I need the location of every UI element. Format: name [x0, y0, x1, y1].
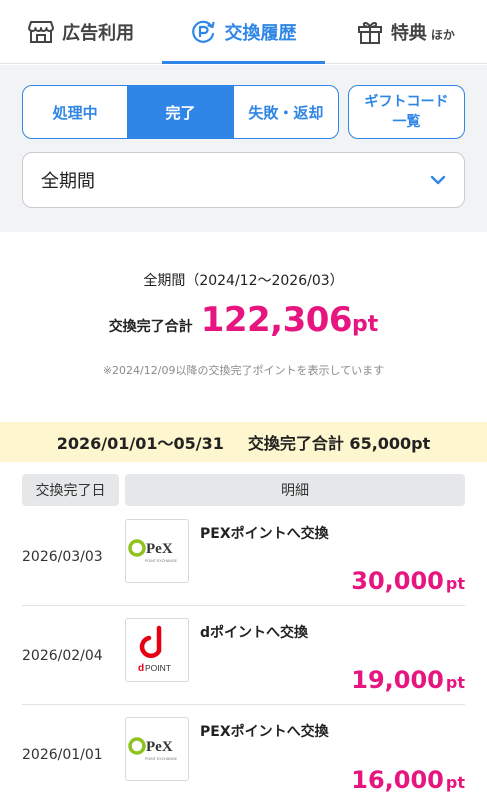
summary-period: 全期間（2024/12〜2026/03）	[143, 273, 344, 289]
row-amount-value: 19,000	[351, 666, 444, 694]
summary-total-value: 122,306	[200, 300, 353, 340]
status-segmented-control: 処理中 完了 失敗・返却	[22, 85, 339, 139]
tab-label: 交換履歴	[224, 22, 297, 44]
row-title: dポイントへ交換	[200, 625, 309, 641]
pex-logo: PeX POINT EXCHANGE	[125, 717, 189, 781]
point-exchange-icon	[190, 19, 216, 45]
gift-code-list-button[interactable]: ギフトコード 一覧	[348, 85, 465, 139]
filter-area: 処理中 完了 失敗・返却 ギフトコード 一覧 全期間	[0, 65, 487, 232]
row-amount-unit: pt	[445, 773, 465, 792]
chevron-down-icon	[430, 175, 446, 185]
row-date: 2026/02/04	[22, 647, 103, 664]
tab-label: 特典	[390, 22, 427, 44]
tab-exchange-history[interactable]: 交換履歴	[162, 0, 325, 64]
gift-code-label-line1: ギフトコード	[364, 94, 449, 110]
row-amount: 16,000 pt	[351, 766, 465, 794]
svg-text:PeX: PeX	[146, 541, 173, 557]
tab-benefits[interactable]: 特典 ほか	[325, 0, 487, 63]
summary-note: ※2024/12/09以降の交換完了ポイントを表示しています	[102, 364, 385, 377]
band-total: 交換完了合計 65,000pt	[247, 434, 431, 453]
svg-text:PeX: PeX	[146, 739, 173, 755]
period-total-band: 2026/01/01〜05/31 交換完了合計 65,000pt	[0, 422, 487, 462]
row-amount: 30,000 pt	[351, 567, 465, 595]
svg-text:d: d	[138, 663, 144, 674]
row-amount-unit: pt	[445, 574, 465, 593]
row-title: PEXポイントへ交換	[200, 724, 329, 740]
status-failed-returned-button[interactable]: 失敗・返却	[234, 86, 338, 138]
period-select-value: 全期間	[41, 171, 95, 192]
tab-label: 広告利用	[62, 22, 135, 44]
table-row: 2026/03/03 PeX POINT EXCHANGE PEXポイントへ交換…	[22, 507, 465, 606]
table-header: 交換完了日 明細	[22, 474, 465, 506]
table-row: 2026/01/01 PeX POINT EXCHANGE PEXポイントへ交換…	[22, 705, 465, 800]
column-header-detail: 明細	[125, 474, 465, 506]
row-amount-value: 30,000	[351, 567, 444, 595]
tab-label-suffix: ほか	[430, 28, 455, 42]
svg-text:POINT EXCHANGE: POINT EXCHANGE	[145, 559, 178, 563]
summary-total: 交換完了合計 122,306 pt	[0, 300, 487, 340]
row-date: 2026/01/01	[22, 746, 103, 763]
table-row: 2026/02/04 d POINT dポイントへ交換 19,000 pt	[22, 606, 465, 705]
gift-icon	[357, 19, 383, 45]
exchange-summary: 全期間（2024/12〜2026/03） 交換完了合計 122,306 pt ※…	[0, 232, 487, 422]
row-amount-unit: pt	[445, 673, 465, 692]
gift-code-label-line2: 一覧	[392, 114, 421, 130]
row-title: PEXポイントへ交換	[200, 526, 329, 542]
band-range: 2026/01/01〜05/31	[56, 434, 224, 453]
row-date: 2026/03/03	[22, 548, 103, 565]
period-select[interactable]: 全期間	[22, 152, 465, 208]
status-completed-button[interactable]: 完了	[128, 86, 234, 138]
svg-text:POINT EXCHANGE: POINT EXCHANGE	[145, 757, 178, 761]
top-tab-bar: 広告利用 交換履歴 特典 ほか	[0, 0, 487, 64]
store-icon	[28, 20, 55, 44]
svg-text:POINT: POINT	[145, 663, 171, 673]
row-amount: 19,000 pt	[351, 666, 465, 694]
pex-logo: PeX POINT EXCHANGE	[125, 519, 189, 583]
dpoint-logo: d POINT	[125, 618, 189, 682]
summary-total-unit: pt	[352, 312, 379, 337]
summary-total-label: 交換完了合計	[108, 319, 193, 335]
status-processing-button[interactable]: 処理中	[23, 86, 129, 138]
row-amount-value: 16,000	[351, 766, 444, 794]
tab-ad-usage[interactable]: 広告利用	[0, 0, 162, 63]
column-header-date: 交換完了日	[22, 474, 119, 506]
